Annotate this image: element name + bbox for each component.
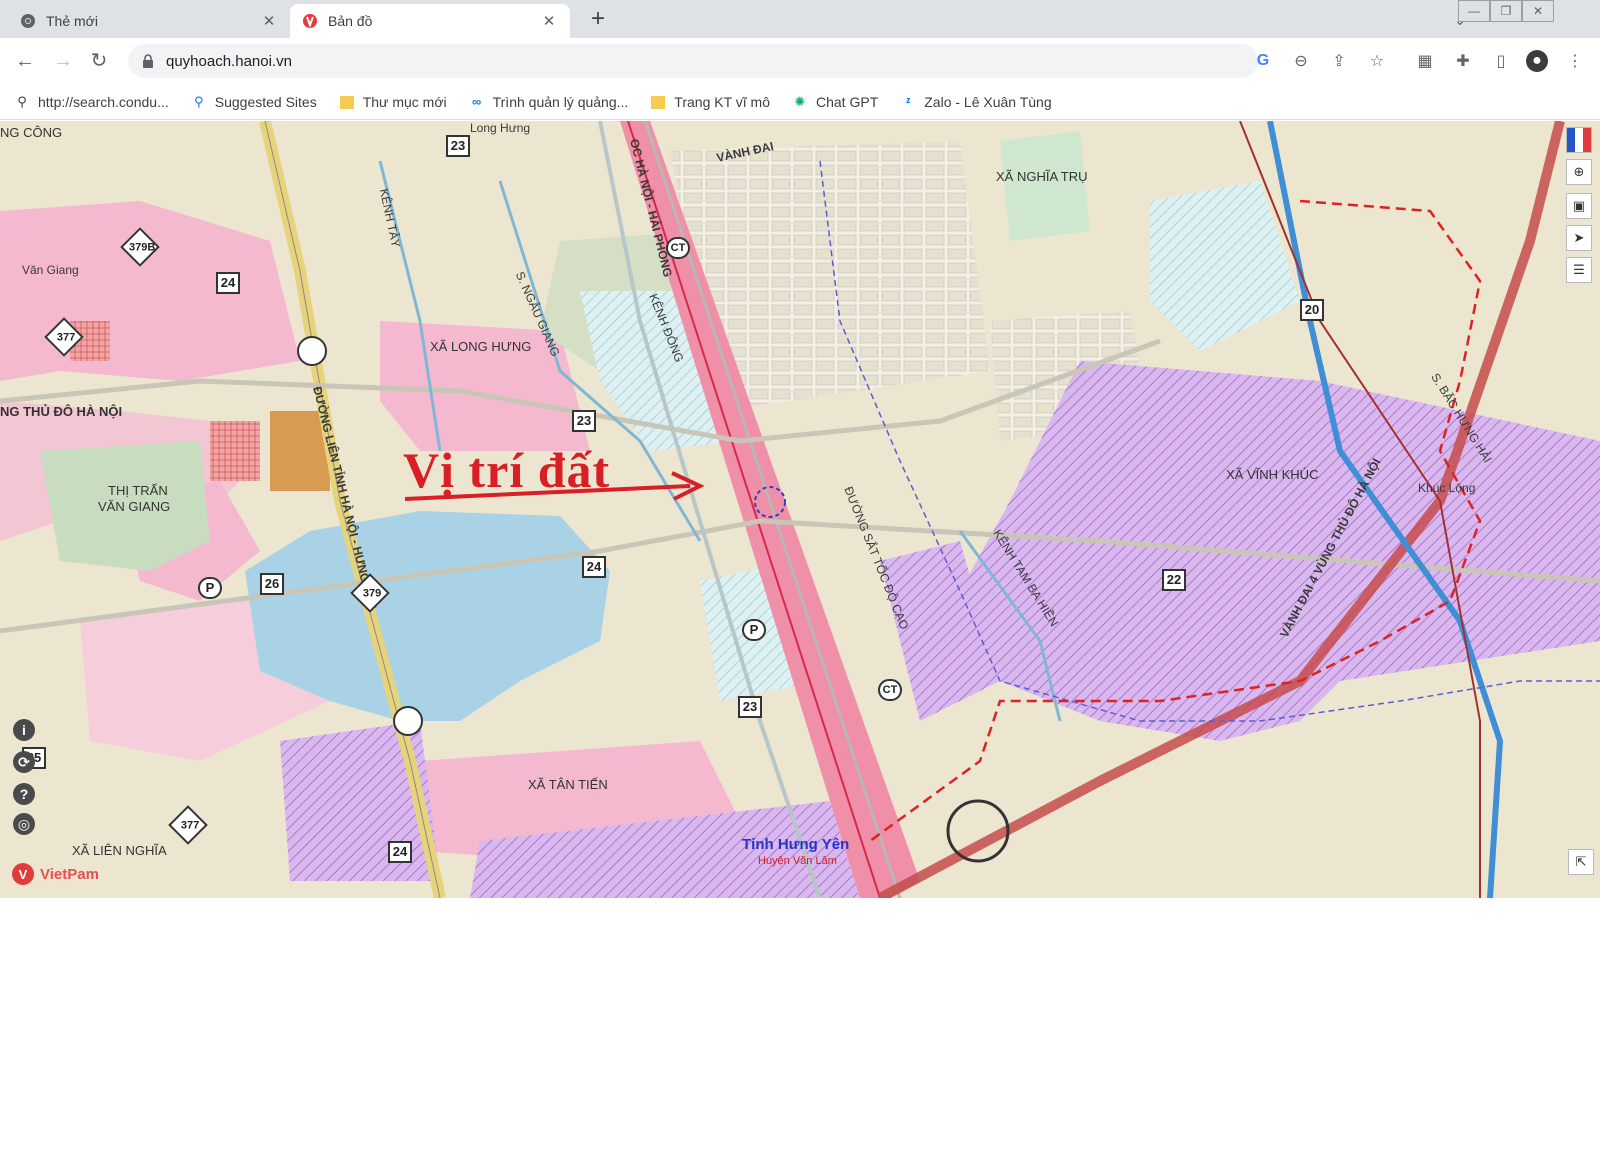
road-number-sign: 20 [1300, 299, 1324, 321]
place-label: VĂN GIANG [98, 499, 171, 514]
place-label: XÃ LIÊN NGHĨA [72, 843, 167, 858]
place-label: XÃ LONG HƯNG [430, 339, 532, 354]
close-tab-icon[interactable]: ✕ [260, 12, 278, 30]
vietmap-logo-icon: V [12, 863, 34, 885]
place-label: XÃ NGHĨA TRỤ [996, 169, 1088, 184]
tab-new-tab[interactable]: Thẻ mới ✕ [8, 4, 290, 38]
parking-marker: P [198, 577, 222, 599]
road-number-sign: 23 [446, 135, 470, 157]
district-label: Huyện Văn Lâm [758, 855, 837, 867]
folder-icon [650, 94, 666, 110]
bookmark-label: http://search.condu... [38, 93, 169, 110]
bookmark-item[interactable]: ⚲ http://search.condu... [14, 94, 169, 110]
menu-kebab-icon[interactable]: ⋮ [1564, 50, 1586, 72]
side-panel-icon[interactable]: ▯ [1490, 50, 1512, 72]
bookmark-label: Thư mục mới [362, 93, 447, 110]
tab-strip: Thẻ mới ✕ Bản đồ ✕ + ⌄ — ❐ ✕ [0, 0, 1600, 38]
tab-ban-do[interactable]: Bản đồ ✕ [290, 4, 570, 38]
url-text: quyhoach.hanoi.vn [166, 52, 292, 70]
brand-text: VietPam [40, 865, 99, 883]
minimize-icon[interactable]: — [1458, 0, 1490, 22]
bookmark-label: Suggested Sites [214, 93, 317, 110]
bookmark-star-icon[interactable]: ☆ [1366, 50, 1388, 72]
vietmap-favicon [303, 14, 317, 28]
close-window-icon[interactable]: ✕ [1522, 0, 1554, 22]
place-label: Khúc Lộng [1418, 481, 1476, 495]
place-label: NG THỦ ĐÔ HÀ NỘI [0, 404, 123, 419]
share-icon[interactable]: ⇪ [1328, 50, 1350, 72]
vietmap-brand[interactable]: V VietPam [12, 863, 99, 885]
bookmark-item[interactable]: ᶻ Zalo - Lê Xuân Tùng [900, 93, 1052, 110]
road-number-sign: 26 [260, 573, 284, 595]
place-label: NG CÔNG [0, 125, 63, 140]
bookmark-item[interactable]: Trang KT vĩ mô [650, 94, 770, 110]
avatar[interactable]: ● [1526, 50, 1548, 72]
road-number-sign: 24 [388, 841, 412, 863]
back-arrow-icon[interactable]: ← [12, 48, 38, 74]
zoom-in-icon[interactable]: ⊕ [1566, 159, 1592, 185]
filter-icon[interactable]: ☰ [1566, 257, 1592, 283]
help-icon[interactable]: ? [13, 783, 35, 805]
expressway-marker: CT [878, 679, 902, 701]
extensions-puzzle-icon[interactable]: ✚ [1452, 50, 1474, 72]
history-icon[interactable]: ⟳ [13, 751, 35, 773]
bookmark-label: Trang KT vĩ mô [674, 93, 770, 110]
bookmark-item[interactable]: ∞ Trình quản lý quảng... [469, 93, 629, 110]
language-flag-icon[interactable] [1566, 127, 1592, 153]
lock-icon [143, 54, 153, 68]
chrome-icon [21, 14, 35, 28]
bookmark-item[interactable]: Thư mục mới [339, 94, 447, 110]
junction-marker [297, 336, 327, 366]
place-label: THỊ TRẤN [108, 483, 168, 498]
parking-marker: P [742, 619, 766, 641]
zoom-icon[interactable]: ⊖ [1290, 50, 1312, 72]
search-icon: ⚲ [193, 93, 204, 109]
meta-icon: ∞ [471, 94, 482, 109]
new-tab-button[interactable]: + [584, 6, 612, 34]
map-canvas [0, 121, 1600, 898]
zalo-icon: ᶻ [905, 94, 911, 109]
place-label: Long Hưng [470, 121, 531, 135]
zone-public [210, 421, 260, 481]
forward-arrow-icon[interactable]: → [50, 48, 76, 74]
expand-icon[interactable]: ⇱ [1568, 849, 1594, 875]
globe-icon[interactable]: ◎ [13, 813, 35, 835]
google-icon[interactable]: G [1252, 50, 1274, 72]
folder-icon [339, 94, 355, 110]
zone-green [1000, 131, 1090, 241]
road-number-sign: 23 [572, 410, 596, 432]
place-label: XÃ TÂN TIẾN [528, 777, 608, 792]
bookmarks-bar: ⚲ http://search.condu... ⚲ Suggested Sit… [0, 84, 1600, 120]
restore-icon[interactable]: ❐ [1490, 0, 1522, 22]
land-location-callout: Vị trí đất [403, 442, 611, 498]
planning-map[interactable]: NG CÔNG Long Hưng Văn Giang XÃ LONG HƯNG… [0, 121, 1600, 898]
road-number-sign: 23 [738, 696, 762, 718]
expressway-marker: CT [666, 237, 690, 259]
address-bar[interactable]: quyhoach.hanoi.vn [128, 44, 1258, 78]
chatgpt-icon: ✺ [794, 93, 806, 109]
bookmark-item[interactable]: ✺ Chat GPT [792, 93, 879, 110]
reload-icon[interactable]: ↻ [86, 48, 112, 74]
bookmark-label: Zalo - Lê Xuân Tùng [924, 93, 1052, 110]
layers-icon[interactable]: ▣ [1566, 193, 1592, 219]
bookmark-label: Trình quản lý quảng... [492, 93, 629, 110]
extension-photo-icon[interactable]: ▦ [1414, 50, 1436, 72]
bookmark-item[interactable]: ⚲ Suggested Sites [191, 94, 317, 110]
road-number-sign: 24 [216, 272, 240, 294]
place-label: Văn Giang [22, 263, 79, 277]
province-label: Tỉnh Hưng Yên [742, 836, 850, 853]
tab-title: Thẻ mới [46, 13, 98, 29]
tab-title: Bản đồ [328, 13, 373, 29]
junction-marker [393, 706, 423, 736]
close-tab-icon[interactable]: ✕ [540, 12, 558, 30]
browser-toolbar: ← → ↻ quyhoach.hanoi.vn G ⊖ ⇪ ☆ ▦ ✚ ▯ ● … [0, 38, 1600, 84]
blank-area [0, 898, 1600, 1172]
locate-arrow-icon[interactable]: ➤ [1566, 225, 1592, 251]
bookmark-label: Chat GPT [816, 93, 879, 110]
road-number-sign: 22 [1162, 569, 1186, 591]
info-icon[interactable]: i [13, 719, 35, 741]
key-icon: ⚲ [17, 93, 27, 109]
road-number-sign: 24 [582, 556, 606, 578]
place-label: XÃ VĨNH KHÚC [1226, 467, 1319, 482]
